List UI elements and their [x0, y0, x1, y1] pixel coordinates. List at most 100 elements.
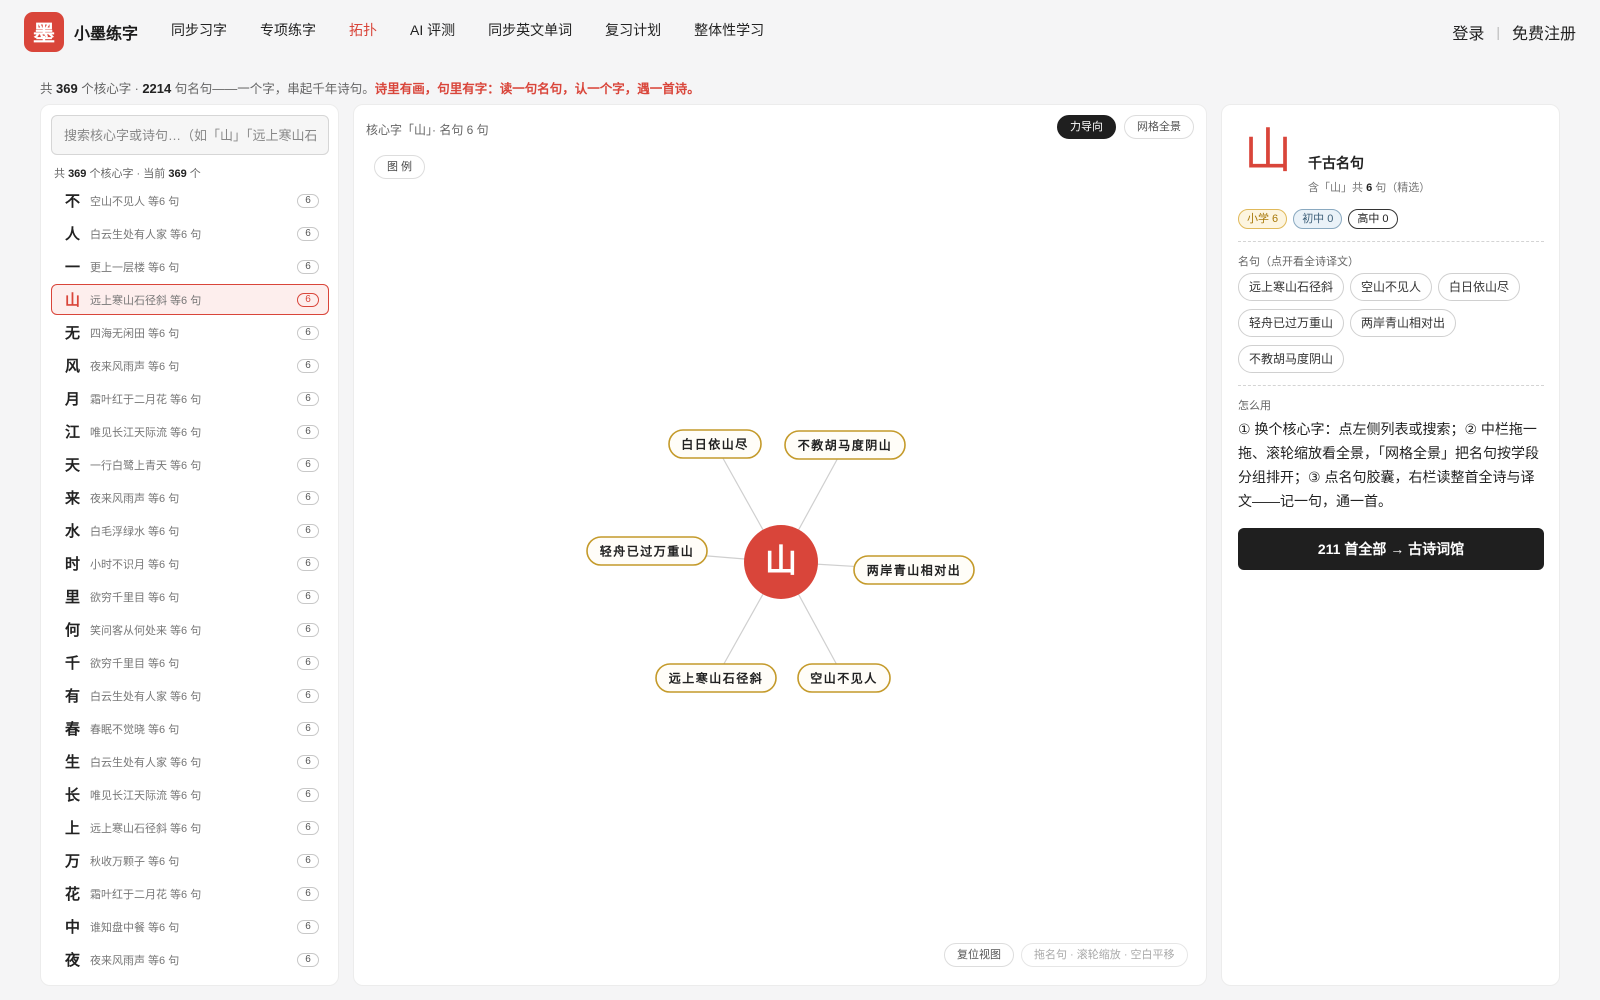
- nav-item[interactable]: 专项练字: [260, 20, 316, 40]
- famous-line-node[interactable]: 两岸青山相对出: [853, 555, 975, 585]
- famous-line-chip[interactable]: 轻舟已过万重山: [1238, 309, 1345, 337]
- char-list-char: 长: [65, 786, 81, 804]
- count-mid: 个核心字 · 当前: [89, 168, 166, 180]
- famous-line-chip[interactable]: 空山不见人: [1350, 273, 1433, 301]
- line-count-badge: 6: [297, 755, 319, 769]
- graph-panel: 山白日依山尽 不教胡马度阴山 轻舟已过万重山 两岸青山相对出 远上寒山石径斜 空山不见人 …: [353, 104, 1207, 986]
- char-list-item[interactable]: 何笑问客从何处来 等6 句 6: [51, 614, 329, 645]
- char-list-item[interactable]: 生白云生处有人家 等6 句 6: [51, 746, 329, 777]
- poetry-hall-button[interactable]: 211 首全部 → 古诗词馆: [1238, 528, 1544, 570]
- stats-line: 共 369 个核心字 · 2214 句名句——一个字，串起千年诗句。诗里有画，句…: [40, 78, 700, 97]
- famous-line-node[interactable]: 远上寒山石径斜: [655, 663, 777, 693]
- char-list-item[interactable]: 人白云生处有人家 等6 句 6: [51, 218, 329, 249]
- char-list-item[interactable]: 无四海无闲田 等6 句 6: [51, 317, 329, 348]
- divider: [1238, 385, 1544, 386]
- char-list-item[interactable]: 山远上寒山石径斜 等6 句 6: [51, 284, 329, 315]
- nav-item[interactable]: 拓扑: [349, 20, 377, 40]
- char-list-sample: 小时不识月 等6 句: [90, 558, 180, 571]
- stats-char-count: 369: [56, 81, 78, 96]
- char-list-item[interactable]: 上远上寒山石径斜 等6 句 6: [51, 812, 329, 843]
- char-list-item[interactable]: 夜夜来风雨声 等6 句 6: [51, 944, 329, 975]
- brand-name[interactable]: 小墨练字: [74, 20, 138, 44]
- char-list-sample: 欲穷千里目 等6 句: [90, 657, 180, 670]
- level-badge[interactable]: 小学 6: [1238, 209, 1288, 229]
- line-count-badge: 6: [297, 392, 319, 406]
- nav-item[interactable]: 复习计划: [605, 20, 661, 40]
- legend-button[interactable]: 图 例: [374, 155, 426, 179]
- detail-sub-suffix: 句（精选）: [1375, 182, 1431, 194]
- famous-line-node-label: 两岸青山相对出: [867, 563, 962, 578]
- line-count-badge: 6: [297, 260, 319, 274]
- char-list-char: 时: [65, 555, 81, 573]
- reset-view-button[interactable]: 复位视图: [944, 943, 1014, 967]
- char-list-sample: 秋收万颗子 等6 句: [90, 855, 180, 868]
- char-list-item[interactable]: 万秋收万颗子 等6 句 6: [51, 845, 329, 876]
- char-list-char: 上: [65, 819, 81, 837]
- famous-line-node[interactable]: 不教胡马度阴山: [784, 430, 906, 460]
- famous-line-chip[interactable]: 白日依山尽: [1438, 273, 1521, 301]
- register-link[interactable]: 免费注册: [1512, 20, 1576, 44]
- line-count-badge: 6: [297, 293, 319, 307]
- line-count-badge: 6: [297, 326, 319, 340]
- char-list-sample: 空山不见人 等6 句: [90, 195, 180, 208]
- char-list-item[interactable]: 一更上一层楼 等6 句 6: [51, 251, 329, 282]
- nav-item[interactable]: 同步英文单词: [488, 20, 572, 40]
- line-count-badge: 6: [297, 821, 319, 835]
- level-badge[interactable]: 初中 0: [1293, 209, 1343, 229]
- force-layout-button[interactable]: 力导向: [1057, 115, 1116, 139]
- nav-item[interactable]: 同步习字: [171, 20, 227, 40]
- char-list-item[interactable]: 千欲穷千里目 等6 句 6: [51, 647, 329, 678]
- char-list-item[interactable]: 来夜来风雨声 等6 句 6: [51, 482, 329, 513]
- top-bar: 墨 小墨练字 同步习字 专项练字 拓扑 AI 评测 同步英文单词 复习计划 整体性学习 登录…: [0, 0, 1600, 64]
- famous-line-chip[interactable]: 远上寒山石径斜: [1238, 273, 1345, 301]
- char-list-item[interactable]: 江唯见长江天际流 等6 句 6: [51, 416, 329, 447]
- char-list-item[interactable]: 中谁知盘中餐 等6 句 6: [51, 911, 329, 942]
- char-list-item[interactable]: 天一行白鹭上青天 等6 句 6: [51, 449, 329, 480]
- char-list-item[interactable]: 有白云生处有人家 等6 句 6: [51, 680, 329, 711]
- char-list-item[interactable]: 花霜叶红于二月花 等6 句 6: [51, 878, 329, 909]
- famous-line-node[interactable]: 白日依山尽: [668, 429, 762, 459]
- char-list-sample: 白云生处有人家 等6 句: [90, 690, 202, 703]
- grid-overview-button[interactable]: 网格全景: [1124, 115, 1194, 139]
- char-list-item[interactable]: 长唯见长江天际流 等6 句 6: [51, 779, 329, 810]
- famous-line-node[interactable]: 轻舟已过万重山: [586, 536, 708, 566]
- char-list-sample: 远上寒山石径斜 等6 句: [90, 822, 202, 835]
- char-list-sample: 欲穷千里目 等6 句: [90, 591, 180, 604]
- char-list-item[interactable]: 风夜来风雨声 等6 句 6: [51, 350, 329, 381]
- char-list-char: 山: [65, 291, 81, 309]
- topology-graph[interactable]: 山 白日依山尽 不教胡马度阴山轻舟已过万重山两岸青山相对出远上寒山石径斜 空山不见人: [354, 105, 1207, 986]
- char-list-char: 有: [65, 687, 81, 705]
- main-nav: 同步习字 专项练字 拓扑 AI 评测 同步英文单词 复习计划 整体性学习: [171, 20, 797, 40]
- auth-separator: |: [1496, 24, 1500, 40]
- famous-line-node[interactable]: 空山不见人: [797, 663, 891, 693]
- nav-item[interactable]: 整体性学习: [694, 20, 764, 40]
- nav-item[interactable]: AI 评测: [410, 20, 455, 40]
- char-list-item[interactable]: 水白毛浮绿水 等6 句 6: [51, 515, 329, 546]
- char-list-sample: 远上寒山石径斜 等6 句: [90, 294, 202, 307]
- stats-tagline: 句名句——一个字，串起千年诗句。: [174, 82, 375, 96]
- famous-line-node-label: 空山不见人: [810, 671, 878, 686]
- char-list-char: 万: [65, 852, 81, 870]
- count-current: 369: [168, 168, 187, 180]
- char-list-char: 不: [65, 192, 81, 210]
- interaction-hint: 拖名句 · 滚轮缩放 · 空白平移: [1021, 943, 1188, 967]
- famous-line-chip[interactable]: 不教胡马度阴山: [1238, 345, 1345, 373]
- char-list-item[interactable]: 不空山不见人 等6 句 6: [51, 185, 329, 216]
- line-count-badge: 6: [297, 227, 319, 241]
- login-link[interactable]: 登录: [1452, 20, 1484, 44]
- char-list-item[interactable]: 春春眠不觉晓 等6 句 6: [51, 713, 329, 744]
- search-input[interactable]: [51, 115, 329, 155]
- detail-sub-prefix: 含「山」共: [1308, 182, 1363, 194]
- char-list-item[interactable]: 时小时不识月 等6 句 6: [51, 548, 329, 579]
- famous-line-chip[interactable]: 两岸青山相对出: [1350, 309, 1457, 337]
- char-list-item[interactable]: 月霜叶红于二月花 等6 句 6: [51, 383, 329, 414]
- logo-icon[interactable]: 墨: [24, 12, 64, 52]
- char-list-char: 千: [65, 654, 81, 672]
- char-list-sample: 四海无闲田 等6 句: [90, 327, 180, 340]
- level-badges: 小学 6 初中 0 高中 0: [1238, 209, 1404, 229]
- level-badge[interactable]: 高中 0: [1348, 209, 1398, 229]
- char-list-char: 生: [65, 753, 81, 771]
- char-list-char: 无: [65, 324, 81, 342]
- line-count-badge: 6: [297, 194, 319, 208]
- char-list-item[interactable]: 里欲穷千里目 等6 句 6: [51, 581, 329, 612]
